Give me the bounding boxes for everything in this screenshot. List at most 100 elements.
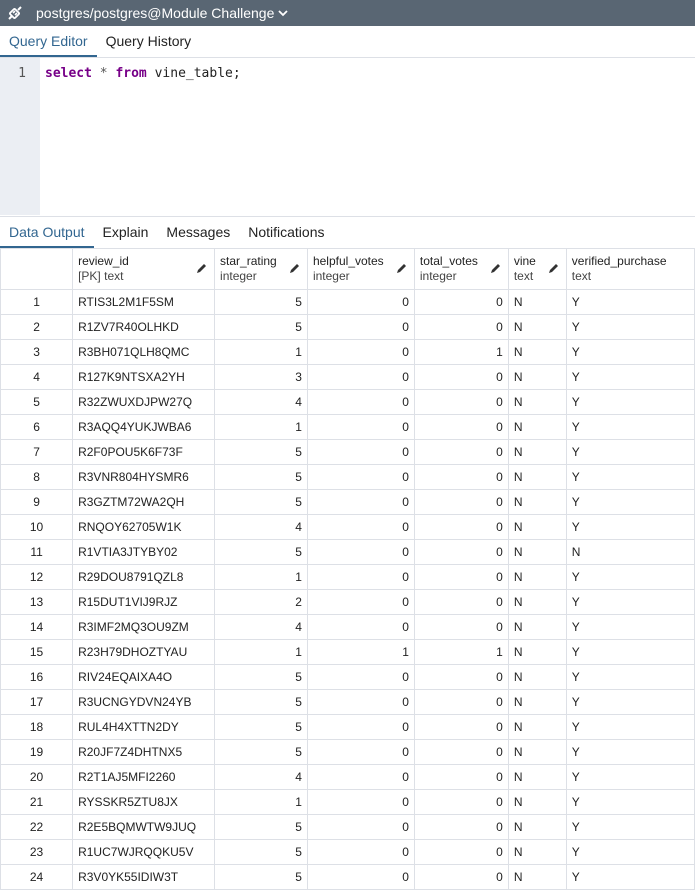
cell-star-rating[interactable]: 5 [214,864,308,890]
cell-star-rating[interactable]: 5 [214,839,308,865]
row-number[interactable]: 8 [0,464,74,490]
table-row[interactable]: 8 R3VNR804HYSMR6 5 0 0 N Y [0,464,695,490]
row-number[interactable]: 4 [0,364,74,390]
row-number[interactable]: 5 [0,389,74,415]
cell-vine[interactable]: N [507,339,567,365]
pencil-icon[interactable] [289,262,301,277]
cell-review-id[interactable]: R3GZTM72WA2QH [72,489,216,515]
cell-verified-purchase[interactable]: Y [565,289,695,315]
tab-messages[interactable]: Messages [157,217,239,248]
cell-helpful-votes[interactable]: 0 [306,664,415,690]
cell-star-rating[interactable]: 1 [214,639,308,665]
sql-code-line[interactable]: select * from vine_table; [45,66,241,81]
cell-vine[interactable]: N [507,789,567,815]
table-row[interactable]: 18 RUL4H4XTTN2DY 5 0 0 N Y [0,714,695,740]
cell-total-votes[interactable]: 1 [413,339,509,365]
cell-total-votes[interactable]: 0 [413,489,509,515]
cell-vine[interactable]: N [507,489,567,515]
data-output-grid[interactable]: review_id [PK] text star_rating integer … [0,248,695,891]
cell-total-votes[interactable]: 0 [413,789,509,815]
cell-total-votes[interactable]: 0 [413,314,509,340]
cell-review-id[interactable]: R3UCNGYDVN24YB [72,689,216,715]
column-header-helpful-votes[interactable]: helpful_votes integer [306,248,415,290]
row-number[interactable]: 19 [0,739,74,765]
cell-star-rating[interactable]: 1 [214,414,308,440]
cell-helpful-votes[interactable]: 0 [306,389,415,415]
row-number[interactable]: 3 [0,339,74,365]
cell-total-votes[interactable]: 0 [413,814,509,840]
cell-verified-purchase[interactable]: N [565,539,695,565]
cell-verified-purchase[interactable]: Y [565,614,695,640]
cell-helpful-votes[interactable]: 0 [306,589,415,615]
tab-query-editor[interactable]: Query Editor [0,26,97,57]
tab-data-output[interactable]: Data Output [0,217,94,248]
cell-review-id[interactable]: R3VNR804HYSMR6 [72,464,216,490]
cell-vine[interactable]: N [507,539,567,565]
row-number[interactable]: 24 [0,864,74,890]
cell-star-rating[interactable]: 5 [214,664,308,690]
row-number[interactable]: 18 [0,714,74,740]
row-number[interactable]: 9 [0,489,74,515]
column-header-verified-purchase[interactable]: verified_purchase text [565,248,695,290]
table-row[interactable]: 5 R32ZWUXDJPW27Q 4 0 0 N Y [0,389,695,415]
cell-helpful-votes[interactable]: 0 [306,314,415,340]
cell-total-votes[interactable]: 0 [413,289,509,315]
cell-total-votes[interactable]: 0 [413,689,509,715]
cell-verified-purchase[interactable]: Y [565,439,695,465]
cell-helpful-votes[interactable]: 0 [306,864,415,890]
cell-total-votes[interactable]: 0 [413,614,509,640]
cell-vine[interactable]: N [507,639,567,665]
cell-star-rating[interactable]: 5 [214,289,308,315]
cell-star-rating[interactable]: 4 [214,514,308,540]
table-row[interactable]: 23 R1UC7WJRQQKU5V 5 0 0 N Y [0,839,695,865]
cell-helpful-votes[interactable]: 0 [306,289,415,315]
cell-vine[interactable]: N [507,689,567,715]
cell-total-votes[interactable]: 0 [413,714,509,740]
table-row[interactable]: 22 R2E5BQMWTW9JUQ 5 0 0 N Y [0,814,695,840]
row-number[interactable]: 10 [0,514,74,540]
cell-vine[interactable]: N [507,514,567,540]
cell-vine[interactable]: N [507,464,567,490]
cell-helpful-votes[interactable]: 0 [306,689,415,715]
cell-helpful-votes[interactable]: 0 [306,839,415,865]
row-number[interactable]: 23 [0,839,74,865]
pencil-icon[interactable] [396,262,408,277]
pencil-icon[interactable] [548,262,560,277]
cell-verified-purchase[interactable]: Y [565,489,695,515]
cell-helpful-votes[interactable]: 0 [306,714,415,740]
column-header-total-votes[interactable]: total_votes integer [413,248,509,290]
cell-review-id[interactable]: R32ZWUXDJPW27Q [72,389,216,415]
cell-review-id[interactable]: R2T1AJ5MFI2260 [72,764,216,790]
table-row[interactable]: 19 R20JF7Z4DHTNX5 5 0 0 N Y [0,739,695,765]
cell-vine[interactable]: N [507,364,567,390]
cell-verified-purchase[interactable]: Y [565,789,695,815]
cell-vine[interactable]: N [507,589,567,615]
cell-verified-purchase[interactable]: Y [565,589,695,615]
cell-star-rating[interactable]: 5 [214,539,308,565]
cell-review-id[interactable]: R29DOU8791QZL8 [72,564,216,590]
chevron-down-icon[interactable] [278,9,288,17]
cell-review-id[interactable]: RIV24EQAIXA4O [72,664,216,690]
cell-review-id[interactable]: RYSSKR5ZTU8JX [72,789,216,815]
cell-verified-purchase[interactable]: Y [565,814,695,840]
cell-verified-purchase[interactable]: Y [565,714,695,740]
cell-vine[interactable]: N [507,664,567,690]
table-row[interactable]: 3 R3BH071QLH8QMC 1 0 1 N Y [0,339,695,365]
cell-vine[interactable]: N [507,814,567,840]
cell-verified-purchase[interactable]: Y [565,464,695,490]
tab-query-history[interactable]: Query History [97,26,201,57]
cell-total-votes[interactable]: 0 [413,589,509,615]
cell-verified-purchase[interactable]: Y [565,564,695,590]
cell-vine[interactable]: N [507,314,567,340]
cell-star-rating[interactable]: 5 [214,439,308,465]
cell-review-id[interactable]: R23H79DHOZTYAU [72,639,216,665]
table-row[interactable]: 11 R1VTIA3JTYBY02 5 0 0 N N [0,539,695,565]
cell-star-rating[interactable]: 4 [214,764,308,790]
cell-total-votes[interactable]: 0 [413,464,509,490]
table-row[interactable]: 9 R3GZTM72WA2QH 5 0 0 N Y [0,489,695,515]
cell-helpful-votes[interactable]: 0 [306,539,415,565]
cell-total-votes[interactable]: 1 [413,639,509,665]
cell-vine[interactable]: N [507,764,567,790]
cell-verified-purchase[interactable]: Y [565,689,695,715]
cell-vine[interactable]: N [507,839,567,865]
